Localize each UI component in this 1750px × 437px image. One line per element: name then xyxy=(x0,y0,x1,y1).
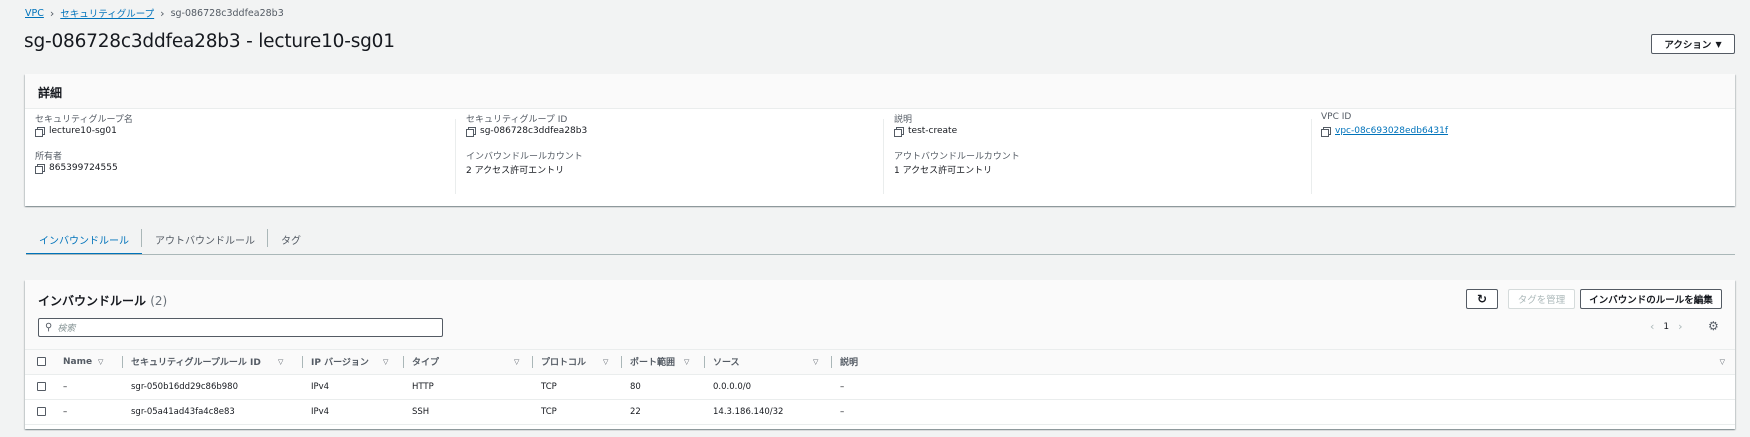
field-label: セキュリティグループ ID xyxy=(466,115,568,125)
chevron-right-icon[interactable]: › xyxy=(1678,320,1682,333)
copy-icon[interactable] xyxy=(466,126,476,137)
field-value: lecture10-sg01 xyxy=(49,126,117,136)
table-header-row: Name ▽ セキュリティグループルール ID ▽ IP バージョン ▽ タイプ ▽ プ… xyxy=(25,350,1735,375)
field-value: sg-086728c3ddfea28b3 xyxy=(480,126,588,136)
cell-source: 14.3.186.140/32 xyxy=(705,399,832,425)
cell-source: 0.0.0.0/0 xyxy=(705,374,832,400)
caret-down-icon: ▼ xyxy=(1715,39,1722,49)
column-header-port-range[interactable]: ポート範囲 ▽ xyxy=(622,350,705,375)
gear-icon[interactable]: ⚙ xyxy=(1708,319,1719,333)
select-all-checkbox[interactable] xyxy=(37,356,46,366)
tab-outbound-rules[interactable]: アウトバウンドルール xyxy=(142,225,268,255)
field-label: インバウンドルールカウント xyxy=(466,152,583,162)
page-number[interactable]: 1 xyxy=(1663,322,1669,332)
rules-table: Name ▽ セキュリティグループルール ID ▽ IP バージョン ▽ タイプ ▽ プ… xyxy=(25,350,1735,425)
refresh-icon: ↻ xyxy=(1476,292,1488,306)
row-checkbox[interactable] xyxy=(37,381,46,391)
cell-protocol: TCP xyxy=(533,374,622,400)
cell-name: – xyxy=(63,399,123,425)
actions-button[interactable]: アクション ▼ xyxy=(1651,34,1735,54)
tab-label: アウトバウンドルール xyxy=(155,236,255,247)
copy-icon[interactable] xyxy=(1321,126,1331,137)
field-label: アウトバウンドルールカウント xyxy=(894,152,1020,162)
field-description: 説明 test-create xyxy=(894,112,958,137)
breadcrumb-security-groups[interactable]: セキュリティグループ xyxy=(60,6,154,20)
rules-title: インバウンドルール (2) xyxy=(38,292,167,309)
field-value: 2 アクセス許可エントリ xyxy=(466,166,565,176)
field-value: 1 アクセス許可エントリ xyxy=(894,166,993,176)
rules-count: (2) xyxy=(150,294,168,308)
cell-protocol: TCP xyxy=(533,399,622,425)
field-vpc-id: VPC ID vpc-08c693028edb6431f xyxy=(1321,112,1448,137)
field-label: 所有者 xyxy=(35,152,63,162)
cell-description: – xyxy=(832,399,1735,425)
column-header-description[interactable]: 説明 ▽ xyxy=(832,350,1735,375)
column-header-type[interactable]: タイプ ▽ xyxy=(404,350,533,375)
cell-port-range: 80 xyxy=(622,374,705,400)
cell-rule-id: sgr-050b16dd29c86b980 xyxy=(123,374,303,400)
field-sg-id: セキュリティグループ ID sg-086728c3ddfea28b3 xyxy=(466,112,588,137)
copy-icon[interactable] xyxy=(35,126,45,137)
cell-port-range: 22 xyxy=(622,399,705,425)
column-header-source[interactable]: ソース ▽ xyxy=(705,350,832,375)
cell-ip-version: IPv4 xyxy=(303,399,404,425)
cell-ip-version: IPv4 xyxy=(303,374,404,400)
page-title: sg-086728c3ddfea28b3 - lecture10-sg01 xyxy=(24,31,395,52)
field-label: セキュリティグループ名 xyxy=(35,115,133,125)
manage-tags-button[interactable]: タグを管理 xyxy=(1508,289,1575,309)
field-inbound-count: インバウンドルールカウント 2 アクセス許可エントリ xyxy=(466,149,583,176)
chevron-left-icon[interactable]: ‹ xyxy=(1650,320,1654,333)
copy-icon[interactable] xyxy=(35,163,45,174)
divider xyxy=(1311,119,1312,194)
field-label: 説明 xyxy=(894,115,913,125)
field-sg-name: セキュリティグループ名 lecture10-sg01 xyxy=(35,112,133,137)
cell-type: SSH xyxy=(404,399,533,425)
details-panel: 詳細 セキュリティグループ名 lecture10-sg01 所有者 865399… xyxy=(25,74,1735,206)
table-row[interactable]: – sgr-05a41ad43fa4c8e83 IPv4 SSH TCP 22 … xyxy=(25,399,1735,425)
cell-name: – xyxy=(63,374,123,400)
edit-inbound-rules-button[interactable]: インバウンドのルールを編集 xyxy=(1580,289,1722,309)
copy-icon[interactable] xyxy=(894,126,904,137)
tab-tags[interactable]: タグ xyxy=(268,225,314,255)
divider xyxy=(455,119,456,194)
chevron-right-icon: › xyxy=(49,6,55,20)
search-input[interactable]: ⚲ 検索 xyxy=(38,318,443,337)
field-value: 865399724555 xyxy=(49,163,118,173)
field-label: VPC ID xyxy=(1321,112,1352,122)
details-header: 詳細 xyxy=(25,74,1735,109)
table-row[interactable]: – sgr-050b16dd29c86b980 IPv4 HTTP TCP 80… xyxy=(25,374,1735,400)
breadcrumb: VPC › セキュリティグループ › sg-086728c3ddfea28b3 xyxy=(25,6,284,21)
row-checkbox[interactable] xyxy=(37,406,46,416)
rules-title-text: インバウンドルール xyxy=(38,294,147,308)
inbound-rules-panel: インバウンドルール (2) ↻ タグを管理 インバウンドのルールを編集 ⚲ 検索… xyxy=(25,280,1735,429)
tab-label: インバウンドルール xyxy=(39,236,129,247)
column-header-protocol[interactable]: プロトコル ▽ xyxy=(533,350,622,375)
field-outbound-count: アウトバウンドルールカウント 1 アクセス許可エントリ xyxy=(894,149,1020,176)
tab-inbound-rules[interactable]: インバウンドルール xyxy=(26,225,142,255)
chevron-right-icon: › xyxy=(160,6,165,20)
divider xyxy=(883,119,884,194)
cell-rule-id: sgr-05a41ad43fa4c8e83 xyxy=(123,399,303,425)
column-header-name[interactable]: Name ▽ xyxy=(63,350,123,375)
pagination: ‹ 1 › xyxy=(1650,320,1683,333)
refresh-button[interactable]: ↻ xyxy=(1466,289,1498,309)
rules-header: インバウンドルール (2) ↻ タグを管理 インバウンドのルールを編集 ⚲ 検索… xyxy=(25,280,1735,350)
field-value: test-create xyxy=(908,126,958,136)
breadcrumb-vpc[interactable]: VPC xyxy=(25,8,44,19)
actions-button-label: アクション xyxy=(1664,40,1712,51)
cell-type: HTTP xyxy=(404,374,533,400)
tabs-underline xyxy=(26,254,1735,255)
breadcrumb-current: sg-086728c3ddfea28b3 xyxy=(170,7,284,19)
select-all-header xyxy=(25,350,63,375)
search-placeholder: 検索 xyxy=(57,324,76,334)
search-icon: ⚲ xyxy=(45,322,53,333)
field-owner: 所有者 865399724555 xyxy=(35,149,118,174)
vpc-id-link[interactable]: vpc-08c693028edb6431f xyxy=(1335,126,1448,136)
tab-label: タグ xyxy=(281,236,301,247)
column-header-rule-id[interactable]: セキュリティグループルール ID ▽ xyxy=(123,350,303,375)
details-title: 詳細 xyxy=(38,86,63,100)
cell-description: – xyxy=(832,374,1735,400)
column-header-ip-version[interactable]: IP バージョン ▽ xyxy=(303,350,404,375)
rules-tabs: インバウンドルール アウトバウンドルール タグ xyxy=(26,225,314,255)
